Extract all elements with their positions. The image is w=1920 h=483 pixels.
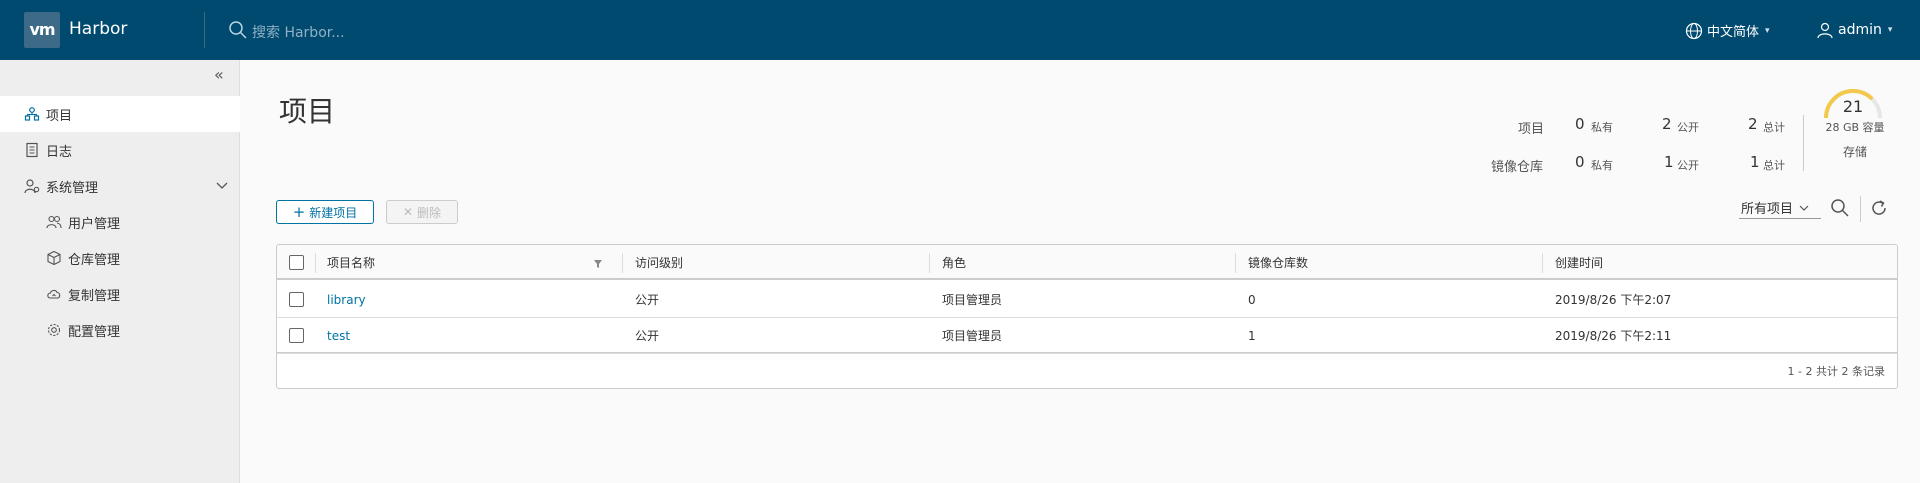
pagination-summary: 1 - 2 共计 2 条记录 — [1787, 365, 1885, 378]
chevron-down-icon — [1799, 203, 1809, 213]
column-header-repo-count[interactable]: 镜像仓库数 — [1248, 245, 1308, 280]
sidebar-item-label: 项目 — [46, 108, 73, 124]
sidebar-item-projects[interactable]: 项目 — [0, 96, 240, 132]
language-label: 中文简体 — [1707, 25, 1760, 40]
delete-label: 删除 — [417, 205, 442, 220]
access-level: 公开 — [635, 329, 660, 343]
storage-label: 存储 — [1842, 145, 1867, 159]
column-divider — [1542, 253, 1543, 273]
sidebar-item-label: 日志 — [46, 144, 73, 160]
stat-label-projects: 项目 — [1518, 122, 1545, 137]
config-icon — [46, 322, 62, 338]
column-header-name[interactable]: 项目名称 — [327, 245, 375, 280]
table-row: test 公开 项目管理员 1 2019/8/26 下午2:11 — [277, 318, 1897, 354]
projects-icon — [24, 106, 40, 122]
column-divider — [315, 253, 316, 273]
sidebar-item-label: 配置管理 — [68, 324, 121, 340]
created-time: 2019/8/26 下午2:07 — [1555, 293, 1672, 307]
stats-divider — [1803, 115, 1804, 171]
admin-icon — [24, 178, 40, 194]
select-all-checkbox[interactable] — [289, 255, 304, 270]
sidebar-item-config[interactable]: 配置管理 — [0, 312, 240, 348]
table-header: 项目名称 访问级别 角色 镜像仓库数 创建时间 — [277, 245, 1897, 280]
stat-unit-private: 私有 — [1591, 159, 1613, 172]
row-checkbox[interactable] — [289, 328, 304, 343]
new-project-button[interactable]: + 新建项目 — [276, 200, 374, 224]
column-divider — [1235, 253, 1236, 273]
column-header-created[interactable]: 创建时间 — [1555, 245, 1603, 280]
stat-unit-total: 总计 — [1763, 159, 1785, 172]
sidebar-item-users[interactable]: 用户管理 — [0, 204, 240, 240]
collapse-sidebar-icon[interactable]: « — [214, 67, 230, 84]
stat-label-repos: 镜像仓库 — [1491, 160, 1544, 175]
stat-repos-public: 1 — [1664, 153, 1674, 171]
storage-capacity: 28 GB 容量 — [1825, 121, 1885, 134]
project-name-link[interactable]: library — [327, 282, 366, 317]
column-divider — [929, 253, 930, 273]
storage-value: 21 — [1842, 97, 1864, 116]
search-icon — [228, 20, 248, 40]
log-icon — [24, 142, 40, 158]
access-level: 公开 — [635, 293, 660, 307]
sidebar: « 项目 日志 系统管理 用户管理 仓库管理 复制管理 配置管理 — [0, 60, 240, 483]
stat-projects-private: 0 — [1575, 115, 1585, 133]
stat-unit-public: 公开 — [1677, 121, 1699, 134]
top-nav: vm Harbor 搜索 Harbor... 中文简体 ▾ admin ▾ — [0, 0, 1920, 60]
projects-table: 项目名称 访问级别 角色 镜像仓库数 创建时间 library 公开 项目管理员… — [276, 244, 1898, 389]
stat-projects-public: 2 — [1662, 115, 1672, 133]
sidebar-item-label: 系统管理 — [46, 180, 99, 196]
repo-count: 1 — [1248, 328, 1256, 343]
row-checkbox[interactable] — [289, 292, 304, 307]
close-icon: ✕ — [402, 205, 414, 219]
stat-repos-private: 0 — [1575, 153, 1585, 171]
role: 项目管理员 — [942, 293, 1003, 307]
stat-projects-total: 2 — [1748, 115, 1758, 133]
delete-button[interactable]: ✕ 删除 — [386, 200, 458, 224]
table-footer-divider — [277, 352, 1897, 353]
column-header-access[interactable]: 访问级别 — [635, 245, 683, 280]
stat-repos-total: 1 — [1750, 153, 1760, 171]
sidebar-item-registries[interactable]: 仓库管理 — [0, 240, 240, 276]
repo-count: 0 — [1248, 292, 1256, 307]
filter-icon[interactable] — [593, 259, 603, 269]
language-selector[interactable]: 中文简体 ▾ — [1685, 21, 1770, 40]
registry-icon — [46, 250, 62, 266]
role: 项目管理员 — [942, 329, 1003, 343]
globe-icon — [1685, 22, 1703, 40]
sidebar-item-label: 复制管理 — [68, 288, 121, 304]
user-icon — [1816, 21, 1834, 39]
created-time: 2019/8/26 下午2:11 — [1555, 329, 1672, 343]
filter-label: 所有项目 — [1741, 202, 1794, 217]
replication-icon — [46, 286, 62, 302]
sidebar-item-label: 用户管理 — [68, 216, 121, 232]
sidebar-item-admin[interactable]: 系统管理 — [0, 168, 240, 204]
refresh-icon[interactable] — [1869, 198, 1889, 218]
chevron-down-icon — [216, 179, 228, 191]
users-icon — [46, 214, 62, 230]
sidebar-item-logs[interactable]: 日志 — [0, 132, 240, 168]
search-icon[interactable] — [1830, 198, 1850, 218]
plus-icon: + — [292, 203, 306, 221]
stat-unit-total: 总计 — [1763, 121, 1785, 134]
chevron-down-icon: ▾ — [1887, 25, 1893, 35]
page-title: 项目 — [279, 95, 336, 128]
chevron-down-icon: ▾ — [1765, 25, 1770, 36]
user-menu[interactable]: admin ▾ — [1816, 21, 1892, 39]
table-row: library 公开 项目管理员 0 2019/8/26 下午2:07 — [277, 282, 1897, 318]
column-divider — [622, 253, 623, 273]
stat-unit-public: 公开 — [1677, 159, 1699, 172]
username: admin — [1838, 22, 1882, 38]
header-divider — [204, 12, 205, 48]
project-filter-select[interactable]: 所有项目 — [1739, 197, 1821, 219]
new-project-label: 新建项目 — [309, 205, 358, 220]
brand-name[interactable]: Harbor — [69, 19, 127, 39]
stat-unit-private: 私有 — [1591, 121, 1613, 134]
sidebar-item-replication[interactable]: 复制管理 — [0, 276, 240, 312]
sidebar-item-label: 仓库管理 — [68, 252, 121, 268]
project-name-link[interactable]: test — [327, 318, 350, 353]
column-header-role[interactable]: 角色 — [942, 245, 966, 280]
vmware-logo[interactable]: vm — [24, 12, 60, 48]
toolbar-divider — [1860, 196, 1861, 222]
global-search-input[interactable]: 搜索 Harbor... — [252, 22, 345, 42]
